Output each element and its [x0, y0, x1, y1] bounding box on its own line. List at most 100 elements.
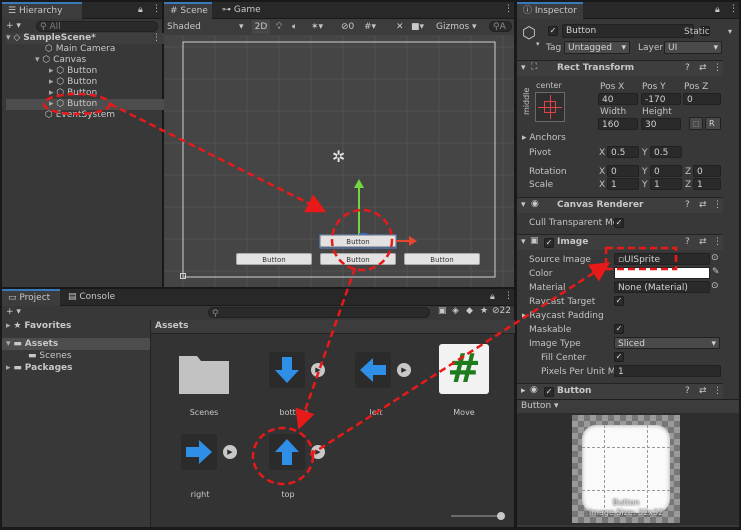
hierarchy-item-button[interactable]: ▸ ⬡ Button: [6, 77, 164, 88]
image-type-dropdown[interactable]: Sliced ▾: [614, 337, 720, 349]
tab-inspector[interactable]: ⓘ Inspector: [517, 2, 583, 19]
tag-dropdown[interactable]: Untagged ▾: [564, 41, 630, 54]
expand-arrow-icon[interactable]: ▾: [521, 200, 526, 210]
object-name-field[interactable]: Button: [562, 24, 694, 38]
project-search-input[interactable]: ⚲: [208, 307, 430, 318]
scene-search-input[interactable]: ⚲A: [489, 21, 512, 32]
layer-dropdown[interactable]: UI ▾: [664, 41, 722, 54]
tree-item-packages[interactable]: ▸ ▬ Packages: [6, 362, 73, 374]
hierarchy-item-button[interactable]: ▸ ⬡ Button: [6, 66, 164, 77]
more-menu-icon[interactable]: ⋮: [152, 33, 161, 44]
tree-item-scenes[interactable]: ▬ Scenes: [28, 350, 72, 362]
asset-item-bottom[interactable]: ▶ bottom: [259, 348, 329, 417]
more-menu-icon[interactable]: ⋮: [729, 4, 738, 14]
image-enabled-checkbox[interactable]: ✓: [544, 238, 554, 248]
audio-icon[interactable]: 🔈︎: [292, 18, 297, 36]
add-object-button[interactable]: + ▾: [6, 21, 21, 31]
canvas-corner-handle[interactable]: [180, 273, 186, 279]
canvas-button[interactable]: Button: [320, 235, 396, 247]
hierarchy-item-main-camera[interactable]: ⬡ Main Camera: [6, 44, 164, 55]
more-menu-icon[interactable]: ⋮: [713, 200, 722, 210]
breadcrumb-assets[interactable]: Assets: [155, 321, 188, 331]
material-field[interactable]: None (Material): [614, 281, 710, 293]
more-menu-icon[interactable]: ⋮: [713, 237, 722, 247]
pos-x-field[interactable]: 40: [598, 93, 638, 105]
pixels-per-unit-field[interactable]: 1: [614, 365, 721, 377]
label-filter-icon[interactable]: ◆: [466, 306, 473, 316]
asset-item-top[interactable]: ▶ top: [253, 430, 325, 499]
scale-x-field[interactable]: 1: [607, 178, 639, 190]
gizmos-dropdown[interactable]: Gizmos ▾: [436, 18, 477, 36]
help-icon[interactable]: ?: [685, 386, 690, 396]
play-icon[interactable]: ▶: [397, 363, 411, 377]
create-asset-button[interactable]: + ▾: [6, 307, 21, 317]
color-swatch[interactable]: [614, 267, 710, 279]
more-menu-icon[interactable]: ⋮: [713, 386, 722, 396]
eyedropper-icon[interactable]: ✎: [712, 267, 720, 277]
lighting-icon[interactable]: 💡︎: [276, 18, 282, 36]
scene-viewport[interactable]: ✲ Button Button Button Button: [164, 35, 514, 287]
hierarchy-search-input[interactable]: ⚲ All: [36, 21, 158, 32]
hidden-packages-icon[interactable]: ⊘22: [492, 306, 511, 316]
cull-transparent-checkbox[interactable]: ✓: [614, 218, 624, 228]
lock-icon[interactable]: 🔒︎: [715, 5, 720, 15]
favorite-star-icon[interactable]: ★: [480, 306, 488, 316]
fill-center-checkbox[interactable]: ✓: [614, 352, 624, 362]
presets-icon[interactable]: ⇄: [699, 386, 707, 396]
hierarchy-item-button[interactable]: ▸ ⬡ Button: [6, 88, 164, 99]
rotation-y-field[interactable]: 0: [650, 165, 682, 177]
scale-z-field[interactable]: 1: [693, 178, 721, 190]
effects-icon[interactable]: ✶▾: [311, 18, 323, 36]
hierarchy-item-canvas[interactable]: ▾ ⬡ Canvas: [6, 55, 164, 66]
object-active-checkbox[interactable]: ✓: [548, 26, 558, 36]
tab-project[interactable]: ▭ Project: [2, 289, 60, 306]
lock-icon[interactable]: 🔒︎: [138, 5, 143, 15]
canvas-button[interactable]: Button: [236, 253, 312, 265]
rotation-x-field[interactable]: 0: [607, 165, 639, 177]
hidden-objects-icon[interactable]: ⊘0: [341, 18, 354, 36]
zoom-slider-handle[interactable]: [497, 512, 505, 520]
object-picker-icon[interactable]: ⊙: [711, 281, 719, 291]
preview-selector[interactable]: Button ▾: [521, 401, 559, 411]
camera-icon[interactable]: ■▾: [411, 18, 424, 36]
grid-toggle-icon[interactable]: #▾: [364, 18, 376, 36]
tab-scene[interactable]: # Scene: [164, 2, 212, 19]
help-icon[interactable]: ?: [685, 63, 690, 73]
asset-item-left[interactable]: ▶ left: [341, 348, 411, 417]
blueprint-mode-button[interactable]: ⬚: [689, 117, 703, 130]
pivot-x-field[interactable]: 0.5: [607, 146, 639, 158]
tree-item-favorites[interactable]: ▸ ★ Favorites: [6, 320, 71, 332]
raw-edit-button[interactable]: R: [705, 117, 721, 130]
hierarchy-item-eventsystem[interactable]: ⬡ EventSystem: [6, 110, 164, 121]
asset-item-move[interactable]: # Move: [429, 344, 499, 417]
rotation-z-field[interactable]: 0: [693, 165, 721, 177]
presets-icon[interactable]: ⇄: [699, 237, 707, 247]
pos-z-field[interactable]: 0: [683, 93, 721, 105]
maskable-checkbox[interactable]: ✓: [614, 324, 624, 334]
raycast-padding-foldout[interactable]: ▸ Raycast Padding: [522, 310, 604, 322]
pivot-y-field[interactable]: 0.5: [650, 146, 682, 158]
asset-item-right[interactable]: ▶ right: [165, 430, 237, 499]
type-filter-icon[interactable]: ◈: [452, 306, 459, 316]
height-field[interactable]: 30: [641, 118, 681, 130]
image-header[interactable]: ▾ ▣ ✓ Image ? ⇄ ⋮: [517, 234, 723, 250]
anchor-presets-button[interactable]: [535, 92, 565, 122]
help-icon[interactable]: ?: [685, 237, 690, 247]
canvas-button[interactable]: Button: [404, 253, 480, 265]
width-field[interactable]: 160: [598, 118, 638, 130]
object-icon-dropdown[interactable]: ▾: [536, 40, 540, 48]
anchors-foldout[interactable]: ▸ Anchors: [522, 132, 566, 144]
scene-filter-icon[interactable]: ▣: [438, 306, 447, 316]
lock-icon[interactable]: 🔒︎: [490, 292, 495, 302]
tab-console[interactable]: ▤ Console: [62, 289, 121, 306]
pos-y-field[interactable]: -170: [641, 93, 681, 105]
rect-transform-header[interactable]: ▾ ⛶ Rect Transform ? ⇄ ⋮: [517, 60, 723, 76]
expand-arrow-icon[interactable]: ▾: [521, 237, 526, 247]
tools-icon[interactable]: ✕: [396, 18, 404, 36]
expand-arrow-icon[interactable]: ▸: [521, 386, 526, 396]
source-image-field[interactable]: ▫UISprite: [614, 253, 710, 265]
2d-toggle-button[interactable]: 2D: [252, 20, 270, 34]
raycast-target-checkbox[interactable]: ✓: [614, 296, 624, 306]
button-enabled-checkbox[interactable]: ✓: [544, 387, 554, 397]
canvas-renderer-header[interactable]: ▾ ◉ Canvas Renderer ? ⇄ ⋮: [517, 197, 723, 213]
